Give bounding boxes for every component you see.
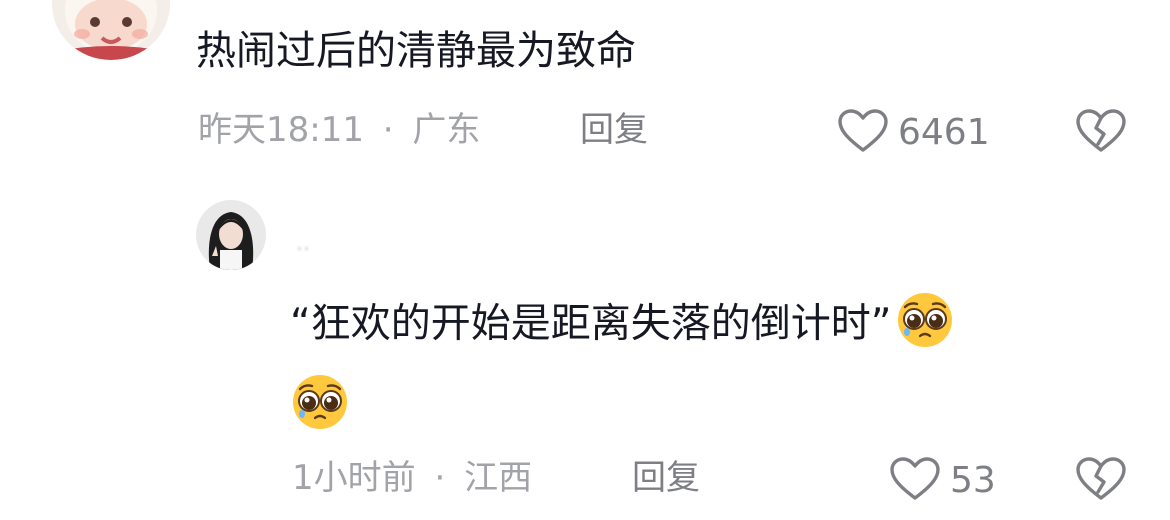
comment-text: 热闹过后的清静最为致命 <box>196 28 636 74</box>
meta-separator: · <box>382 110 394 150</box>
reply-time: 1小时前 <box>292 458 416 498</box>
pleading-face-emoji <box>290 372 350 436</box>
sheep-cartoon-avatar-image <box>52 0 170 60</box>
pleading-face-emoji <box>895 290 955 361</box>
replier-avatar[interactable] <box>196 200 266 270</box>
reply-location: 江西 <box>464 458 533 498</box>
girl-photo-avatar-image <box>196 200 266 270</box>
reply-text: “狂欢的开始是距离失落的倒计时” <box>290 290 955 361</box>
reply-meta: 1小时前 · 江西 <box>292 458 532 498</box>
replier-username[interactable]: .. <box>296 232 310 256</box>
dislike-button[interactable] <box>1074 108 1128 158</box>
reply-button[interactable]: 回复 <box>580 110 648 150</box>
broken-heart-icon <box>1074 109 1128 158</box>
comment-thread: 热闹过后的清静最为致命 昨天18:11 · 广东 回复 6461 .. “狂欢的… <box>0 0 1170 520</box>
comment-meta: 昨天18:11 · 广东 <box>198 110 480 150</box>
like-count: 53 <box>950 460 996 501</box>
like-button[interactable]: 53 <box>888 456 996 506</box>
reply-text-emoji-line <box>290 372 350 436</box>
meta-separator: · <box>434 458 446 498</box>
dislike-button[interactable] <box>1074 456 1128 506</box>
like-button[interactable]: 6461 <box>836 108 990 158</box>
broken-heart-icon <box>1074 457 1128 506</box>
like-count: 6461 <box>898 112 990 153</box>
comment-location: 广东 <box>412 110 481 150</box>
commenter-avatar[interactable] <box>52 0 170 60</box>
reply-button[interactable]: 回复 <box>632 458 700 498</box>
comment-time: 昨天18:11 <box>198 110 364 150</box>
heart-outline-icon <box>836 108 890 158</box>
reply-text-content: “狂欢的开始是距离失落的倒计时” <box>290 300 892 347</box>
heart-outline-icon <box>888 456 942 506</box>
